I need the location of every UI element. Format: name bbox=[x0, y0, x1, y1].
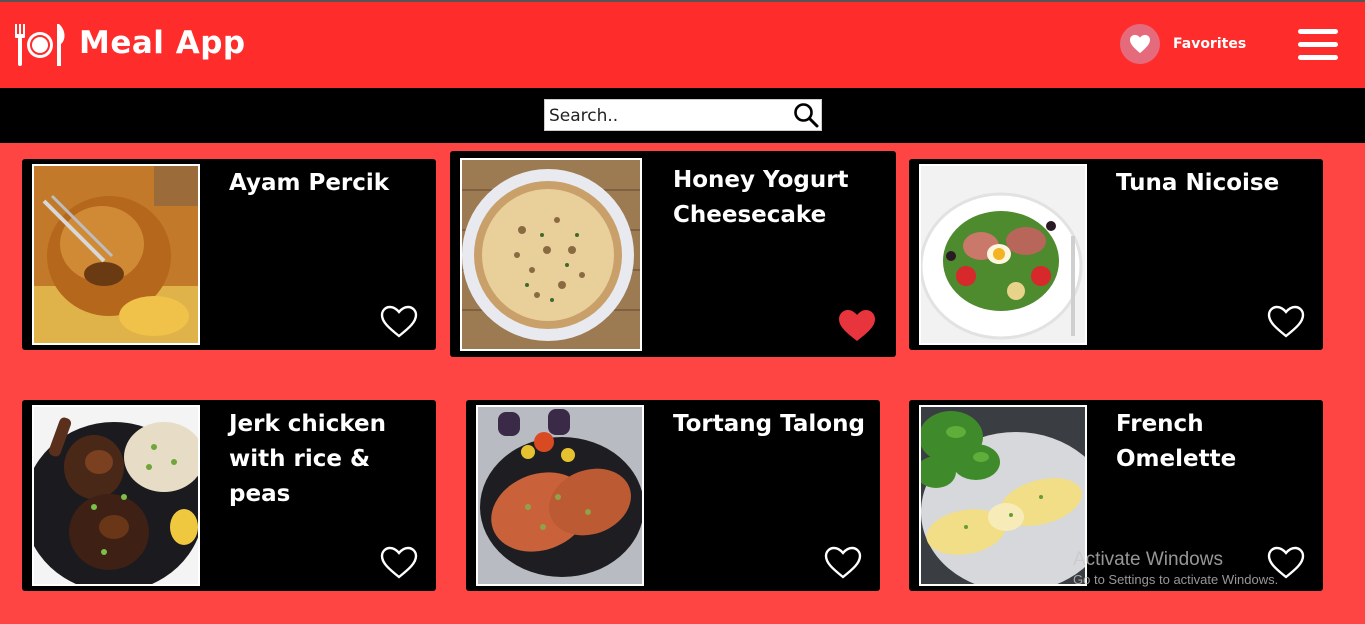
meal-name[interactable]: Tuna Nicoise bbox=[1116, 166, 1316, 201]
jerk-chicken-photo bbox=[34, 407, 198, 584]
app-title: Meal App bbox=[79, 25, 246, 61]
windows-activation-watermark: Activate Windows Go to Settings to activ… bbox=[1073, 549, 1278, 587]
favorites-link[interactable]: Favorites bbox=[1173, 36, 1246, 52]
meal-name[interactable]: Jerk chicken with rice & peas bbox=[229, 407, 429, 512]
watermark-subtitle: Go to Settings to activate Windows. bbox=[1073, 572, 1279, 587]
eggplant-omelette-photo bbox=[478, 407, 642, 584]
meal-name[interactable]: Honey Yogurt Cheesecake bbox=[673, 163, 883, 233]
watermark-title: Activate Windows bbox=[1073, 549, 1223, 570]
tuna-salad-photo bbox=[921, 166, 1085, 343]
meal-thumbnail[interactable] bbox=[919, 164, 1087, 345]
meal-card[interactable]: Tortang Talong bbox=[466, 400, 880, 591]
meal-name[interactable]: Tortang Talong bbox=[673, 407, 873, 442]
meal-thumbnail[interactable] bbox=[32, 164, 200, 345]
meal-thumbnail[interactable] bbox=[32, 405, 200, 586]
search-bar bbox=[0, 88, 1365, 143]
meal-thumbnail[interactable] bbox=[476, 405, 644, 586]
app-header: Meal App Favorites bbox=[0, 2, 1365, 88]
meal-card[interactable]: Ayam Percik bbox=[22, 159, 436, 350]
cheesecake-photo bbox=[462, 160, 640, 349]
heart-outline-icon[interactable] bbox=[380, 546, 418, 580]
heart-filled-icon[interactable] bbox=[838, 309, 876, 343]
heart-outline-icon[interactable] bbox=[380, 305, 418, 339]
favorites-button[interactable] bbox=[1120, 24, 1160, 64]
grilled-chicken-photo bbox=[34, 166, 198, 343]
meal-card[interactable]: Tuna Nicoise bbox=[909, 159, 1323, 350]
meal-name[interactable]: Ayam Percik bbox=[229, 166, 429, 201]
meal-card[interactable]: Jerk chicken with rice & peas bbox=[22, 400, 436, 591]
meal-thumbnail[interactable] bbox=[460, 158, 642, 351]
meal-name[interactable]: French Omelette bbox=[1116, 407, 1323, 477]
search-icon[interactable] bbox=[793, 102, 819, 128]
heart-outline-icon[interactable] bbox=[1267, 305, 1305, 339]
heart-outline-icon[interactable] bbox=[824, 546, 862, 580]
hamburger-menu-icon[interactable] bbox=[1298, 29, 1338, 61]
plate-cutlery-icon bbox=[15, 24, 65, 66]
french-omelette-photo bbox=[921, 407, 1085, 584]
heart-icon bbox=[1130, 34, 1150, 54]
search-input[interactable] bbox=[544, 99, 822, 131]
meal-thumbnail[interactable] bbox=[919, 405, 1087, 586]
meal-card[interactable]: Honey Yogurt Cheesecake bbox=[450, 151, 896, 357]
